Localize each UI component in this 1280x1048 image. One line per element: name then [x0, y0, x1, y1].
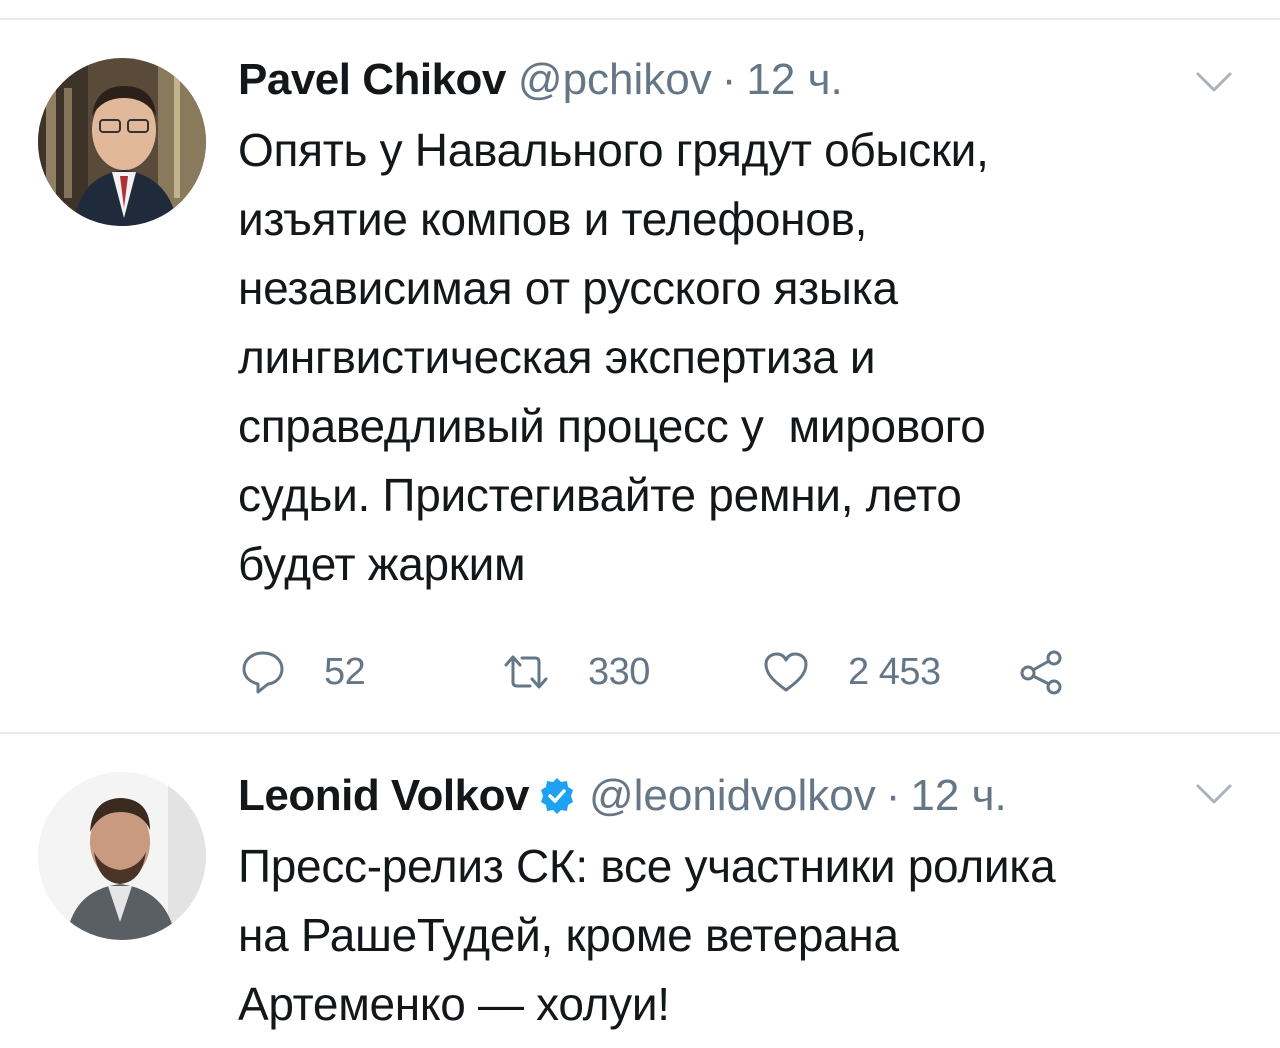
retweet-button[interactable]: 330: [502, 642, 650, 702]
share-button[interactable]: [1018, 642, 1102, 702]
avatar[interactable]: [38, 58, 206, 226]
tweet-leonid-volkov[interactable]: Leonid Volkov @leonidvolkov · 12 ч. Прес…: [0, 734, 1280, 1048]
verified-badge-icon: [540, 778, 573, 814]
author-name[interactable]: Pavel Chikov: [238, 52, 506, 108]
author-handle[interactable]: @leonidvolkov: [589, 768, 876, 824]
author-name[interactable]: Leonid Volkov: [238, 768, 529, 824]
timestamp[interactable]: 12 ч.: [746, 52, 842, 108]
tweet-text: Опять у Навального грядут обыски, изъяти…: [238, 124, 989, 590]
tweet-pavel-chikov[interactable]: Pavel Chikov @pchikov · 12 ч. Опять у На…: [0, 20, 1280, 732]
tweet-header: Pavel Chikov @pchikov · 12 ч.: [238, 52, 843, 112]
retweet-count: 330: [588, 650, 650, 693]
reply-icon: [242, 651, 284, 694]
like-button[interactable]: 2 453: [762, 642, 941, 702]
reply-button[interactable]: 52: [240, 642, 366, 702]
like-count: 2 453: [848, 650, 941, 693]
separator: ·: [885, 771, 901, 820]
author-handle[interactable]: @pchikov: [518, 52, 712, 108]
share-icon: [1020, 650, 1062, 695]
tweet-header: Leonid Volkov @leonidvolkov · 12 ч.: [238, 768, 1007, 828]
tweet-text: Пресс-релиз СК: все участники ролика на …: [238, 840, 1056, 1030]
separator: ·: [721, 55, 737, 104]
avatar[interactable]: [38, 772, 206, 940]
tweet-actions: 52 330 2 453: [240, 642, 1100, 702]
timestamp[interactable]: 12 ч.: [910, 768, 1006, 824]
chevron-down-icon[interactable]: [1194, 782, 1234, 806]
chevron-down-icon[interactable]: [1194, 70, 1234, 94]
retweet-icon: [504, 655, 548, 689]
reply-count: 52: [324, 650, 366, 693]
heart-icon: [764, 652, 808, 692]
